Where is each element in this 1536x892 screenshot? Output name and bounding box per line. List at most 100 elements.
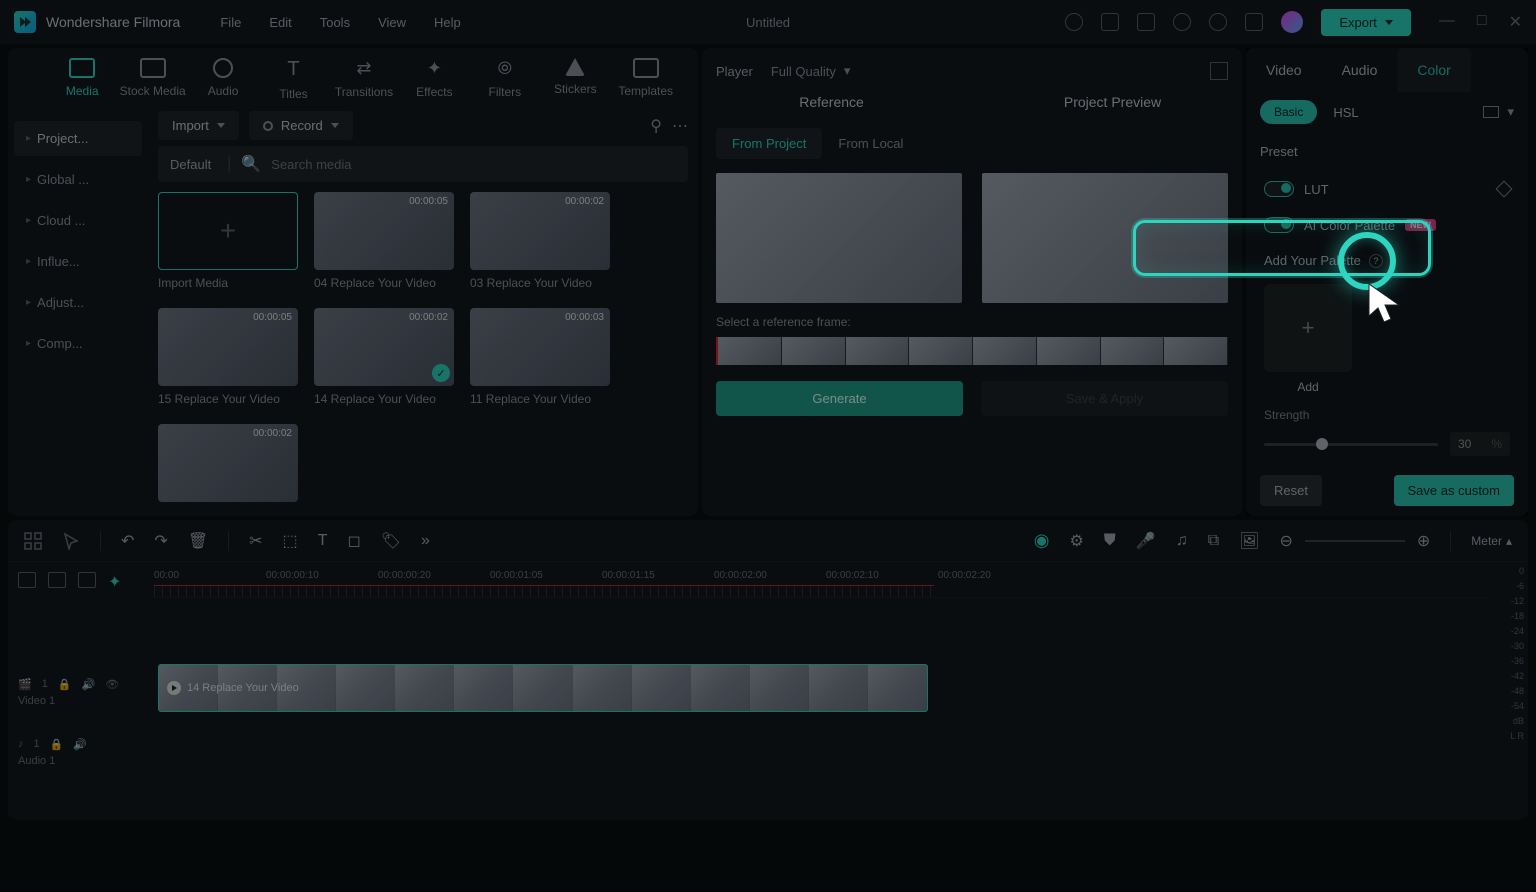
marker-icon[interactable]: ✦ — [108, 572, 121, 592]
sort-dropdown[interactable]: Default — [170, 157, 217, 172]
video-track-header[interactable]: 🎬1🔒🔊👁 Video 1 — [8, 662, 154, 722]
tab-stickers[interactable]: Stickers — [541, 58, 609, 101]
maximize-icon[interactable]: □ — [1477, 12, 1487, 32]
tab-templates[interactable]: Templates — [612, 58, 680, 101]
cloud-icon[interactable] — [1173, 13, 1191, 31]
compare-icon[interactable] — [1483, 106, 1499, 118]
text-icon[interactable]: T — [318, 532, 328, 550]
add-palette-button[interactable]: + — [1264, 284, 1352, 372]
timeline-ruler[interactable]: 00:0000:00:00:1000:00:00:2000:00:01:0500… — [154, 562, 1488, 598]
keyframe-icon[interactable] — [1496, 181, 1513, 198]
menu-file[interactable]: File — [220, 15, 241, 30]
tab-filters[interactable]: ⦾Filters — [471, 58, 539, 101]
media-item[interactable]: 00:00:0203 Replace Your Video — [470, 192, 610, 290]
tab-titles[interactable]: TTitles — [259, 58, 327, 101]
strength-slider[interactable] — [1264, 443, 1438, 446]
layout-grid-icon[interactable] — [1210, 62, 1228, 80]
notification-icon[interactable] — [1065, 13, 1083, 31]
zoom-out-icon[interactable]: ⊖ — [1279, 531, 1292, 551]
menu-view[interactable]: View — [378, 15, 406, 30]
cut-icon[interactable]: ✂ — [249, 531, 262, 551]
toggle-ai-palette[interactable] — [1264, 217, 1294, 233]
crop-icon[interactable]: ⬚ — [283, 531, 298, 551]
sidebar-item-adjust[interactable]: Adjust... — [14, 285, 142, 320]
toggle-lut[interactable] — [1264, 181, 1294, 197]
more-icon[interactable]: ⋯ — [672, 116, 688, 136]
sidebar-item-project[interactable]: Project... — [14, 121, 142, 156]
mute-icon[interactable]: 🔊 — [73, 738, 87, 751]
timeline-clip[interactable]: 14 Replace Your Video — [158, 664, 928, 712]
reset-button[interactable]: Reset — [1260, 475, 1322, 506]
tab-media[interactable]: Media — [48, 58, 116, 101]
sidebar-item-cloud[interactable]: Cloud ... — [14, 203, 142, 238]
menu-edit[interactable]: Edit — [269, 15, 291, 30]
redo-icon[interactable]: ↷ — [154, 531, 167, 551]
subtab-basic[interactable]: Basic — [1260, 100, 1317, 124]
person-icon[interactable] — [78, 572, 96, 588]
tag-icon[interactable]: 🏷 — [381, 531, 401, 551]
delete-icon[interactable]: 🗑 — [188, 531, 208, 551]
ai-color-palette-row[interactable]: AI Color Palette NEW — [1260, 207, 1514, 243]
media-item[interactable]: 00:00:0515 Replace Your Video — [158, 308, 298, 406]
chevron-down-icon[interactable]: ▾ — [1507, 104, 1514, 120]
undo-icon[interactable]: ↶ — [121, 531, 134, 551]
media-item[interactable]: 00:00:0311 Replace Your Video — [470, 308, 610, 406]
menu-help[interactable]: Help — [434, 15, 461, 30]
help-icon[interactable]: ? — [1369, 254, 1383, 268]
audio-track-header[interactable]: ♪1🔒🔊 Audio 1 — [8, 722, 154, 782]
tab-stock-media[interactable]: Stock Media — [118, 58, 186, 101]
gear-icon[interactable]: ⚙ — [1069, 531, 1083, 551]
shield-icon[interactable]: ⛊ — [1104, 532, 1116, 550]
tab-from-project[interactable]: From Project — [716, 128, 822, 159]
media-item[interactable]: 00:00:0504 Replace Your Video — [314, 192, 454, 290]
strength-value[interactable]: 30% — [1450, 432, 1510, 456]
zoom-in-icon[interactable]: ⊕ — [1417, 531, 1430, 551]
media-item[interactable]: 00:00:02✓14 Replace Your Video — [314, 308, 454, 406]
lut-row[interactable]: LUT — [1260, 171, 1514, 207]
prop-tab-video[interactable]: Video — [1246, 48, 1322, 92]
frame-strip[interactable] — [716, 337, 1228, 365]
music-icon[interactable]: ♫ — [1176, 532, 1188, 550]
tab-effects[interactable]: ✦Effects — [400, 58, 468, 101]
lock-icon[interactable]: 🔒 — [50, 738, 64, 751]
close-icon[interactable]: ✕ — [1509, 12, 1522, 32]
prop-tab-audio[interactable]: Audio — [1322, 48, 1398, 92]
add-track-icon[interactable] — [18, 572, 36, 588]
minimize-icon[interactable]: — — [1439, 12, 1455, 32]
generate-button[interactable]: Generate — [716, 381, 963, 416]
zoom-slider[interactable] — [1305, 540, 1405, 542]
tab-audio[interactable]: Audio — [189, 58, 257, 101]
import-button[interactable]: Import — [158, 111, 239, 140]
save-custom-button[interactable]: Save as custom — [1394, 475, 1515, 506]
export-button[interactable]: Export — [1321, 9, 1411, 36]
save-icon[interactable] — [1137, 13, 1155, 31]
quality-dropdown[interactable]: Full Quality▾ — [771, 63, 851, 79]
headphones-icon[interactable] — [1209, 13, 1227, 31]
apps-icon[interactable] — [1245, 13, 1263, 31]
link-icon[interactable] — [48, 572, 66, 588]
tab-transitions[interactable]: ⇄Transitions — [330, 58, 398, 101]
ai-icon[interactable]: ◉ — [1034, 530, 1050, 551]
pointer-icon[interactable] — [62, 532, 80, 550]
menu-tools[interactable]: Tools — [320, 15, 350, 30]
meter-toggle[interactable]: Meter▴ — [1471, 534, 1512, 548]
media-item[interactable]: +Import Media — [158, 192, 298, 290]
prop-tab-color[interactable]: Color — [1397, 48, 1470, 92]
grid-icon[interactable] — [24, 532, 42, 550]
lock-icon[interactable]: 🔒 — [58, 678, 72, 691]
screen-icon[interactable]: ⧉ — [1208, 532, 1219, 550]
subtab-hsl[interactable]: HSL — [1333, 105, 1358, 120]
image-icon[interactable]: 🖼 — [1239, 531, 1259, 551]
user-avatar[interactable] — [1281, 11, 1303, 33]
sidebar-item-global[interactable]: Global ... — [14, 162, 142, 197]
mute-icon[interactable]: 🔊 — [82, 678, 96, 691]
search-input[interactable] — [271, 157, 676, 172]
media-item[interactable]: 00:00:02 — [158, 424, 298, 508]
record-button[interactable]: Record — [249, 111, 353, 140]
screen-icon[interactable] — [1101, 13, 1119, 31]
mic-icon[interactable]: 🎤 — [1136, 531, 1156, 551]
filter-icon[interactable]: ⚲ — [650, 116, 662, 136]
eye-icon[interactable]: 👁 — [105, 678, 119, 691]
more-tools-icon[interactable]: » — [421, 532, 430, 550]
mask-icon[interactable]: ◻ — [347, 531, 360, 551]
